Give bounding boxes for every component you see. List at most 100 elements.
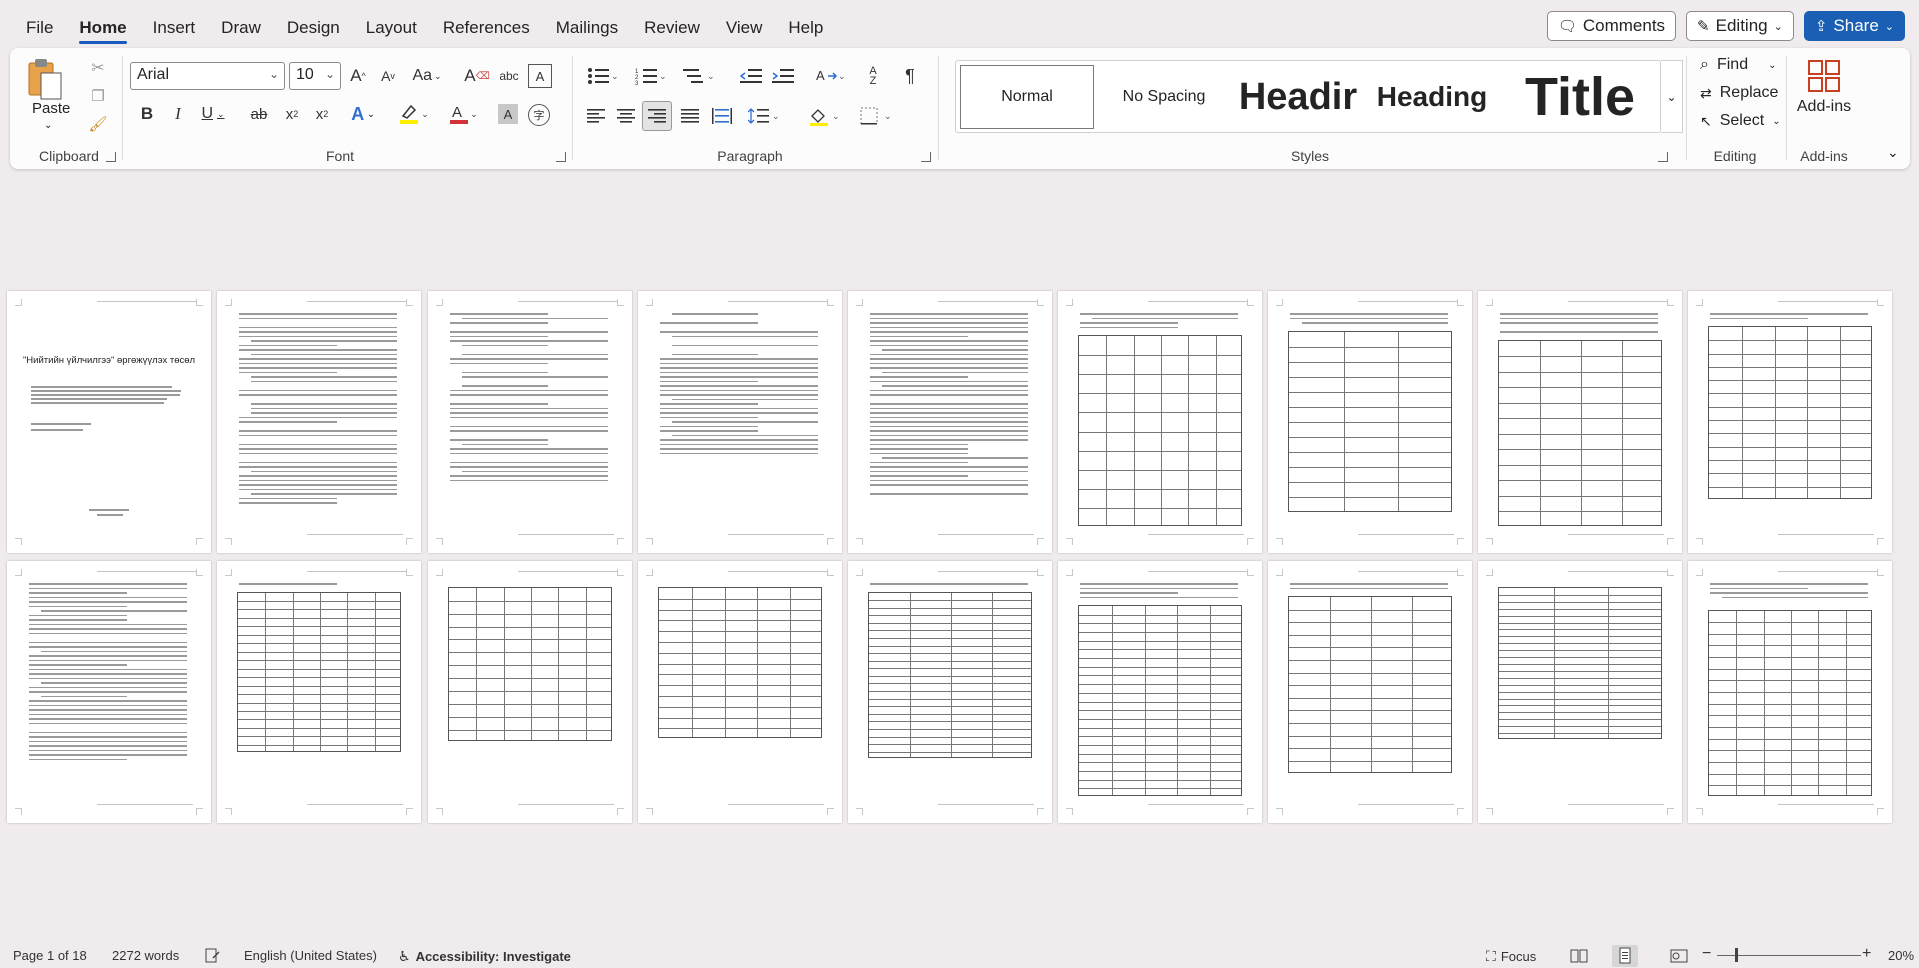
tab-file[interactable]: File [0,0,66,50]
select-button[interactable]: ↖ Select ⌄ [1700,112,1781,130]
style-heading-2[interactable]: Heading [1366,65,1498,129]
page-thumbnail[interactable] [1268,561,1472,823]
align-center-icon[interactable] [614,104,638,128]
zoom-in-icon[interactable]: + [1862,945,1871,963]
superscript-icon[interactable]: x2 [310,102,334,126]
tab-design[interactable]: Design [274,0,353,50]
share-button[interactable]: ⇪ Share ⌄ [1803,11,1905,41]
read-mode-icon[interactable] [1570,948,1588,964]
page-thumbnail[interactable] [848,561,1052,823]
multilevel-list-icon[interactable]: ⌄ [678,64,718,88]
add-ins-icon[interactable] [1806,58,1842,94]
page-thumbnail[interactable] [1268,291,1472,553]
accessibility-status[interactable]: ♿ Accessibility: Investigate [398,948,571,965]
page-thumbnail[interactable] [1058,561,1262,823]
font-color-icon[interactable]: A ⌄ [446,102,480,126]
page-count[interactable]: Page 1 of 18 [13,948,87,963]
numbering-icon[interactable]: 1 2 3 ⌄ [630,64,670,88]
zoom-out-icon[interactable]: − [1702,945,1711,963]
comments-button[interactable]: 🗨 Comments [1546,11,1677,41]
zoom-level[interactable]: 20% [1888,948,1914,963]
tab-layout[interactable]: Layout [353,0,430,50]
character-border-icon[interactable]: A [528,64,552,88]
strikethrough-icon[interactable]: ab [246,102,272,126]
align-left-icon[interactable] [584,104,608,128]
show-formatting-marks-icon[interactable]: ¶ [898,64,922,88]
clear-formatting-icon[interactable]: A ⌫ [464,64,489,88]
chevron-down-icon[interactable]: ⌄ [44,120,52,131]
page-thumbnail[interactable] [428,291,632,553]
page-thumbnail[interactable]: "Нийтийн үйлчилгээ" өргөжүүлэх төсөл [7,291,211,553]
highlight-color-icon[interactable]: ⌄ [396,102,430,126]
page-thumbnail[interactable] [1688,291,1892,553]
page-thumbnail[interactable] [428,561,632,823]
change-case-icon[interactable]: Aa ⌄ [412,64,442,88]
copy-icon[interactable]: ❐ [88,86,108,106]
proofing-icon[interactable] [204,948,220,964]
web-layout-icon[interactable] [1670,948,1688,964]
tab-home[interactable]: Home [66,0,139,50]
font-launcher-icon[interactable] [556,152,566,162]
style-no-spacing[interactable]: No Spacing [1098,65,1230,129]
cut-icon[interactable]: ✂ [88,58,108,78]
font-family-select[interactable]: Arial ⌄ [130,62,285,90]
page-thumbnail[interactable] [1478,291,1682,553]
italic-icon[interactable]: I [167,102,189,126]
tab-draw[interactable]: Draw [208,0,274,50]
style-title[interactable]: Title [1500,65,1660,129]
language[interactable]: English (United States) [244,948,377,963]
clipboard-launcher-icon[interactable] [106,152,116,162]
styles-launcher-icon[interactable] [1658,152,1668,162]
page-thumbnail[interactable] [217,291,421,553]
bold-icon[interactable]: B [136,102,158,126]
sort-icon[interactable]: AZ [860,64,886,88]
add-ins-button-label[interactable]: Add-ins [1794,98,1854,116]
enclose-characters-icon[interactable]: 字 [528,104,550,126]
paragraph-launcher-icon[interactable] [921,152,931,162]
distributed-icon[interactable] [710,104,734,128]
style-heading-1[interactable]: Headir [1232,65,1364,129]
underline-icon[interactable]: U ⌄ [198,102,228,126]
editing-mode-button[interactable]: ✎ Editing ⌄ [1686,11,1794,41]
tab-references[interactable]: References [430,0,543,50]
tab-insert[interactable]: Insert [140,0,209,50]
page-thumbnail[interactable] [638,561,842,823]
find-button[interactable]: ⌕ Find ⌄ [1700,56,1776,74]
tab-view[interactable]: View [713,0,776,50]
collapse-ribbon-icon[interactable]: ⌄ [1887,144,1899,161]
tab-help[interactable]: Help [775,0,836,50]
justify-icon[interactable] [678,104,702,128]
word-count[interactable]: 2272 words [112,948,179,963]
line-spacing-icon[interactable]: ⌄ [744,104,784,128]
style-normal[interactable]: Normal [960,65,1094,129]
paste-button-label[interactable]: Paste [32,100,70,117]
page-thumbnail[interactable] [1478,561,1682,823]
paste-icon[interactable] [26,56,64,102]
bullets-icon[interactable]: ⌄ [582,64,622,88]
replace-button[interactable]: ⇄ Replace [1700,84,1778,102]
page-thumbnail[interactable] [7,561,211,823]
text-direction-icon[interactable]: A ⌄ [810,64,850,88]
grow-font-icon[interactable]: A ^ [346,64,370,88]
page-thumbnail[interactable] [638,291,842,553]
print-layout-icon[interactable] [1612,945,1638,967]
paragraph-shading-icon[interactable]: ⌄ [804,104,844,128]
focus-mode[interactable]: ⛶ Focus [1486,948,1536,965]
align-right-icon[interactable] [642,101,672,131]
zoom-slider-thumb[interactable] [1735,948,1738,962]
shrink-font-icon[interactable]: Av [376,64,400,88]
increase-indent-icon[interactable] [770,64,796,88]
page-thumbnail[interactable] [1688,561,1892,823]
text-effects-icon[interactable]: A ⌄ [346,102,380,126]
text-effects-abc-icon[interactable]: abc [496,64,522,88]
page-thumbnail[interactable] [848,291,1052,553]
tab-review[interactable]: Review [631,0,713,50]
shading-icon[interactable]: A [498,104,518,124]
page-thumbnail[interactable] [217,561,421,823]
page-thumbnail[interactable] [1058,291,1262,553]
zoom-slider-track[interactable] [1717,955,1861,956]
subscript-icon[interactable]: x2 [280,102,304,126]
tab-mailings[interactable]: Mailings [543,0,631,50]
styles-more-icon[interactable]: ⌄ [1661,60,1683,133]
font-size-select[interactable]: 10 ⌄ [289,62,341,90]
